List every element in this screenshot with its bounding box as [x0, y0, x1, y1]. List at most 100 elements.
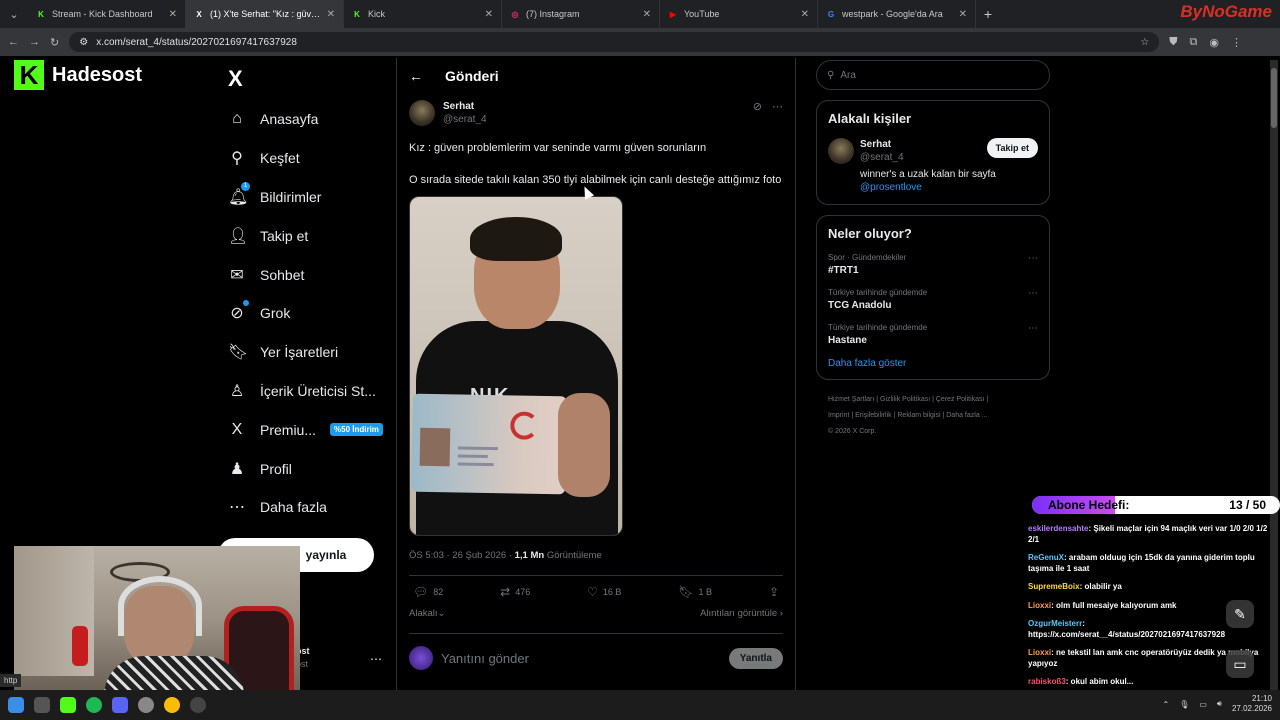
chevron-down-icon: ⌄	[437, 608, 446, 619]
repost-button[interactable]: ⇄ 476	[500, 585, 530, 599]
trend-more-icon[interactable]: ⋯	[1028, 288, 1038, 311]
microphone-icon[interactable]: 🎙︎	[1179, 700, 1189, 709]
taskbar-chrome-icon[interactable]	[164, 697, 180, 713]
person-name[interactable]: Serhat	[860, 139, 891, 150]
back-arrow-icon[interactable]: ←	[409, 68, 423, 84]
author-avatar[interactable]	[409, 100, 435, 126]
tab-close-icon[interactable]: ✕	[169, 9, 177, 20]
tab-close-icon[interactable]: ✕	[959, 9, 967, 20]
back-icon[interactable]: ←	[8, 36, 19, 48]
search-placeholder: Ara	[840, 69, 856, 81]
heart-icon: ♡	[587, 585, 598, 599]
overlay-pen-icon[interactable]: ✎	[1226, 600, 1254, 628]
kick-stream-logo: K Hadesost	[14, 60, 142, 90]
new-tab-button[interactable]: +	[976, 6, 1000, 22]
scrollbar-thumb[interactable]	[1271, 68, 1277, 128]
taskbar-kick-icon[interactable]	[60, 697, 76, 713]
grok-icon[interactable]: ⊘	[753, 100, 762, 113]
nav-item[interactable]: ⌂ Anasayfa	[220, 100, 396, 139]
forward-icon[interactable]: →	[29, 36, 40, 48]
nav-item[interactable]: X Premiu... %50 İndirim	[220, 410, 396, 449]
follow-button[interactable]: Takip et	[986, 138, 1038, 158]
tab-close-icon[interactable]: ✕	[327, 9, 335, 20]
bookmark-star-icon[interactable]: ☆	[1140, 37, 1149, 48]
page-title: Gönderi	[445, 68, 499, 84]
browser-tab[interactable]: X (1) X'te Serhat: "Kız : güven probleml…	[186, 0, 344, 28]
reply-input[interactable]: Yanıtını gönder	[441, 651, 721, 666]
trend-item[interactable]: Türkiye tarihinde gündemde Hastane ⋯	[828, 323, 1038, 346]
profile-icon[interactable]: ◉	[1209, 36, 1219, 49]
id-card-crescent-icon	[510, 411, 539, 440]
view-quotes-link[interactable]: Alıntıları görüntüle ›	[700, 608, 783, 619]
site-info-icon[interactable]: ⚙	[79, 37, 88, 48]
browser-tab[interactable]: G westpark - Google'da Ara ✕	[818, 0, 976, 28]
nav-item[interactable]: ⊘ Grok	[220, 294, 396, 333]
browser-menu-icon[interactable]: ⋮	[1231, 36, 1242, 49]
tweet-photo[interactable]: NIK	[409, 196, 623, 536]
footer-line[interactable]: Imprint | Erişilebilirlik | Reklam bilgi…	[828, 408, 1050, 424]
tab-favicon-icon: G	[827, 9, 835, 19]
trend-more-icon[interactable]: ⋯	[1028, 323, 1038, 346]
related-people-card: Alakalı kişiler Serhat @serat_4 Takip et…	[816, 100, 1050, 205]
nav-item[interactable]: ♙ İçerik Üreticisi St...	[220, 372, 396, 411]
extension-shield-icon[interactable]: ⛊	[1169, 36, 1177, 49]
tab-close-icon[interactable]: ✕	[801, 9, 809, 20]
taskbar-obs-icon[interactable]	[190, 697, 206, 713]
sort-dropdown[interactable]: Alakalı⌄	[409, 608, 445, 619]
browser-tab[interactable]: K Stream - Kick Dashboard ✕	[28, 0, 186, 28]
nav-item[interactable]: 🔔︎ 1 Bildirimler	[220, 178, 396, 217]
taskbar-discord-icon[interactable]	[112, 697, 128, 713]
tweet-actions: 💬︎ 82 ⇄ 476 ♡ 16 B 🔖︎ 1 B ⇪	[409, 576, 783, 599]
trend-more-icon[interactable]: ⋯	[1028, 253, 1038, 276]
more-options-icon[interactable]: ⋯	[772, 100, 783, 113]
person-avatar[interactable]	[828, 138, 854, 164]
reload-icon[interactable]: ↻	[50, 36, 59, 49]
tab-close-icon[interactable]: ✕	[643, 9, 651, 20]
nav-item[interactable]: ✉ Sohbet	[220, 255, 396, 294]
like-button[interactable]: ♡ 16 B	[587, 585, 621, 599]
tweet-time[interactable]: ÖS 5:03 · 26 Şub 2026 ·	[409, 550, 515, 561]
search-input[interactable]: ⚲ Ara	[816, 60, 1050, 90]
tab-close-icon[interactable]: ✕	[485, 9, 493, 20]
nav-item[interactable]: 👤︎ Takip et	[220, 216, 396, 255]
browser-tab[interactable]: K Kick ✕	[344, 0, 502, 28]
user-avatar[interactable]	[409, 646, 433, 670]
author-handle[interactable]: @serat_4	[443, 113, 487, 126]
tray-chevron-icon[interactable]: ⌃	[1162, 700, 1169, 709]
reply-button[interactable]: 💬︎ 82	[413, 585, 443, 599]
bynogame-logo: ByNoGame	[1180, 2, 1272, 21]
browser-tab[interactable]: ▶ YouTube ✕	[660, 0, 818, 28]
taskbar-app-icon[interactable]	[34, 697, 50, 713]
trend-item[interactable]: Spor · Gündemdekiler #TRT1 ⋯	[828, 253, 1038, 276]
footer-line[interactable]: Hizmet Şartları | Gizlilik Politikası | …	[828, 392, 1050, 408]
x-logo-icon[interactable]: X	[220, 60, 396, 100]
overlay-chat-icon[interactable]: ▭	[1226, 650, 1254, 678]
clock[interactable]: 21:10 27.02.2026	[1232, 694, 1272, 714]
reply-submit-button[interactable]: Yanıtla	[728, 647, 783, 669]
url-field[interactable]: ⚙ x.com/serat_4/status/20270216974176379…	[69, 32, 1160, 52]
account-more-icon[interactable]: ⋯	[370, 652, 382, 666]
nav-item[interactable]: ⋯ Daha fazla	[220, 488, 396, 527]
start-icon[interactable]	[8, 697, 24, 713]
taskbar-spotify-icon[interactable]	[86, 697, 102, 713]
share-button[interactable]: ⇪	[769, 585, 779, 599]
author-name[interactable]: Serhat	[443, 100, 487, 113]
browser-tab[interactable]: ◎ (7) Instagram ✕	[502, 0, 660, 28]
url-text: x.com/serat_4/status/2027021697417637928	[96, 36, 297, 48]
network-icon[interactable]: ▭	[1199, 700, 1207, 709]
nav-item[interactable]: ⚲ Keşfet	[220, 139, 396, 178]
volume-icon[interactable]: 🔊︎	[1217, 699, 1222, 709]
trend-item[interactable]: Türkiye tarihinde gündemde TCG Anadolu ⋯	[828, 288, 1038, 311]
clock-time: 21:10	[1251, 694, 1272, 703]
nav-item[interactable]: ♟ Profil	[220, 449, 396, 488]
extensions-icon[interactable]: ⧉	[1189, 36, 1197, 49]
show-more-link[interactable]: Daha fazla göster	[828, 358, 1038, 369]
bookmark-button[interactable]: 🔖︎ 1 B	[678, 585, 712, 599]
chat-username: OzgurMeisterr	[1028, 619, 1083, 628]
nav-item[interactable]: 🔖︎ Yer İşaretleri	[220, 333, 396, 372]
bookmark-count: 1 B	[698, 587, 713, 597]
tab-search-icon[interactable]: ⌄	[0, 0, 28, 28]
taskbar-settings-icon[interactable]	[138, 697, 154, 713]
person-bio-mention[interactable]: @prosentlove	[860, 181, 1038, 194]
related-person[interactable]: Serhat @serat_4 Takip et	[828, 138, 1038, 164]
